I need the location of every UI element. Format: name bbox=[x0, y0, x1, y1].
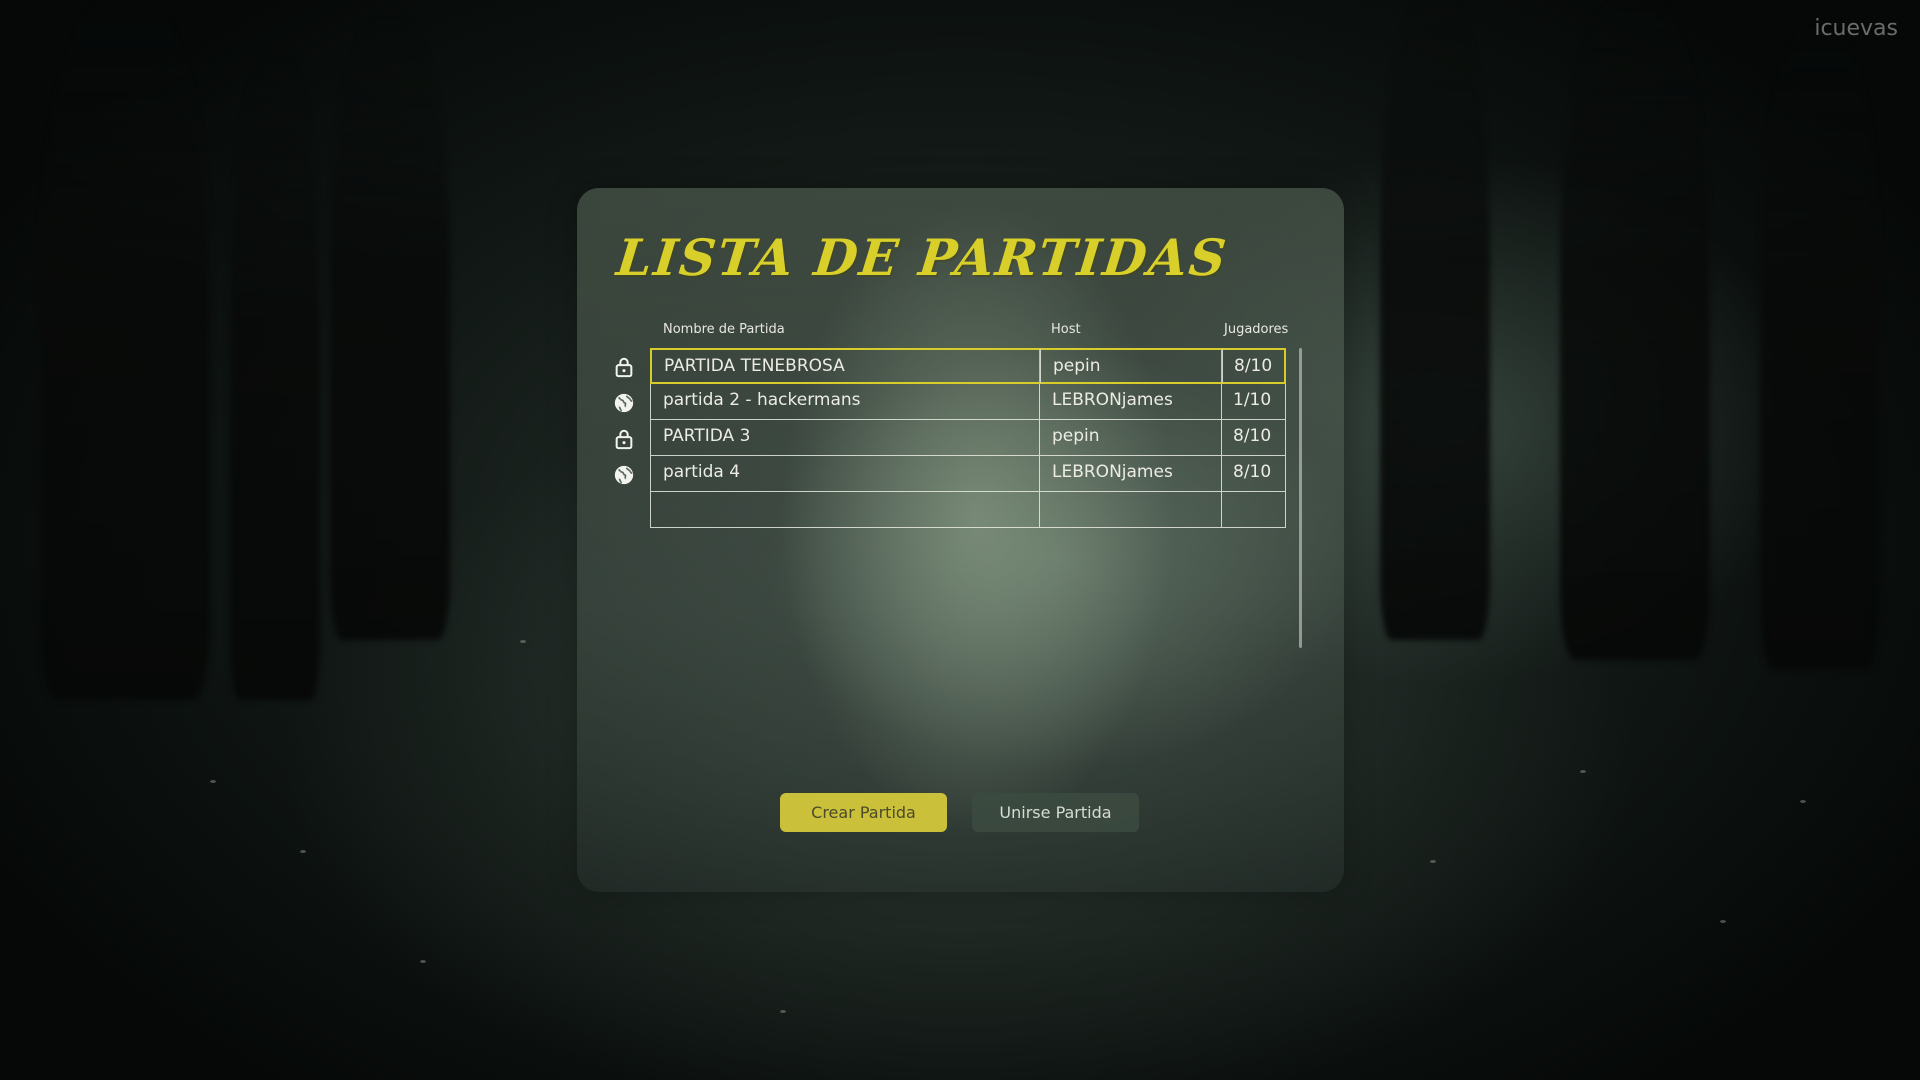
column-header-name: Nombre de Partida bbox=[663, 322, 785, 337]
ground-speck bbox=[1580, 770, 1586, 773]
cell-host: LEBRONjames bbox=[1040, 456, 1222, 492]
row-cells: PARTIDA 3 pepin 8/10 bbox=[650, 420, 1286, 456]
cell-host bbox=[1040, 492, 1222, 528]
table-row[interactable]: PARTIDA TENEBROSA pepin 8/10 bbox=[577, 348, 1344, 384]
create-game-button[interactable]: Crear Partida bbox=[780, 793, 947, 832]
table-row[interactable] bbox=[577, 492, 1344, 528]
cell-host: LEBRONjames bbox=[1040, 384, 1222, 420]
tree-silhouette bbox=[1380, 0, 1490, 640]
cell-host: pepin bbox=[1040, 348, 1222, 384]
cell-game-name: partida 4 bbox=[650, 456, 1040, 492]
ground-speck bbox=[210, 780, 216, 783]
lock-icon bbox=[615, 357, 633, 378]
column-header-players: Jugadores bbox=[1224, 322, 1289, 337]
ground-speck bbox=[520, 640, 526, 643]
column-header-host: Host bbox=[1051, 322, 1081, 337]
row-cells: PARTIDA TENEBROSA pepin 8/10 bbox=[650, 348, 1286, 384]
cell-game-name: PARTIDA TENEBROSA bbox=[650, 348, 1040, 384]
cell-players bbox=[1222, 492, 1286, 528]
ground-speck bbox=[420, 960, 426, 963]
globe-icon bbox=[614, 465, 634, 485]
cell-players: 8/10 bbox=[1222, 348, 1286, 384]
cell-players: 1/10 bbox=[1222, 384, 1286, 420]
row-cells: partida 2 - hackermans LEBRONjames 1/10 bbox=[650, 384, 1286, 420]
ground-speck bbox=[1800, 800, 1806, 803]
ground-speck bbox=[1720, 920, 1726, 923]
globe-icon bbox=[614, 393, 634, 413]
watermark-text: icuevas bbox=[1814, 16, 1898, 41]
cell-game-name: PARTIDA 3 bbox=[650, 420, 1040, 456]
row-cells bbox=[650, 492, 1286, 528]
tree-silhouette bbox=[330, 20, 450, 640]
table-scrollbar[interactable] bbox=[1299, 348, 1302, 648]
table-row[interactable]: partida 2 - hackermans LEBRONjames 1/10 bbox=[577, 384, 1344, 420]
ground-speck bbox=[780, 1010, 786, 1013]
cell-players: 8/10 bbox=[1222, 456, 1286, 492]
cell-game-name bbox=[650, 492, 1040, 528]
cell-game-name: partida 2 - hackermans bbox=[650, 384, 1040, 420]
cell-players: 8/10 bbox=[1222, 420, 1286, 456]
cell-host: pepin bbox=[1040, 420, 1222, 456]
tree-silhouette bbox=[1760, 30, 1880, 670]
row-cells: partida 4 LEBRONjames 8/10 bbox=[650, 456, 1286, 492]
page-title: LISTA DE PARTIDAS bbox=[613, 228, 1231, 287]
ground-speck bbox=[300, 850, 306, 853]
game-list-panel: LISTA DE PARTIDAS Nombre de Partida Host… bbox=[577, 188, 1344, 892]
tree-silhouette bbox=[1560, 0, 1710, 660]
tree-silhouette bbox=[230, 60, 320, 700]
table-header: Nombre de Partida Host Jugadores bbox=[577, 322, 1344, 342]
lock-icon bbox=[615, 429, 633, 450]
ground-speck bbox=[1430, 860, 1436, 863]
join-game-button[interactable]: Unirse Partida bbox=[972, 793, 1139, 832]
table-row[interactable]: PARTIDA 3 pepin 8/10 bbox=[577, 420, 1344, 456]
tree-silhouette bbox=[40, 0, 210, 700]
table-row[interactable]: partida 4 LEBRONjames 8/10 bbox=[577, 456, 1344, 492]
